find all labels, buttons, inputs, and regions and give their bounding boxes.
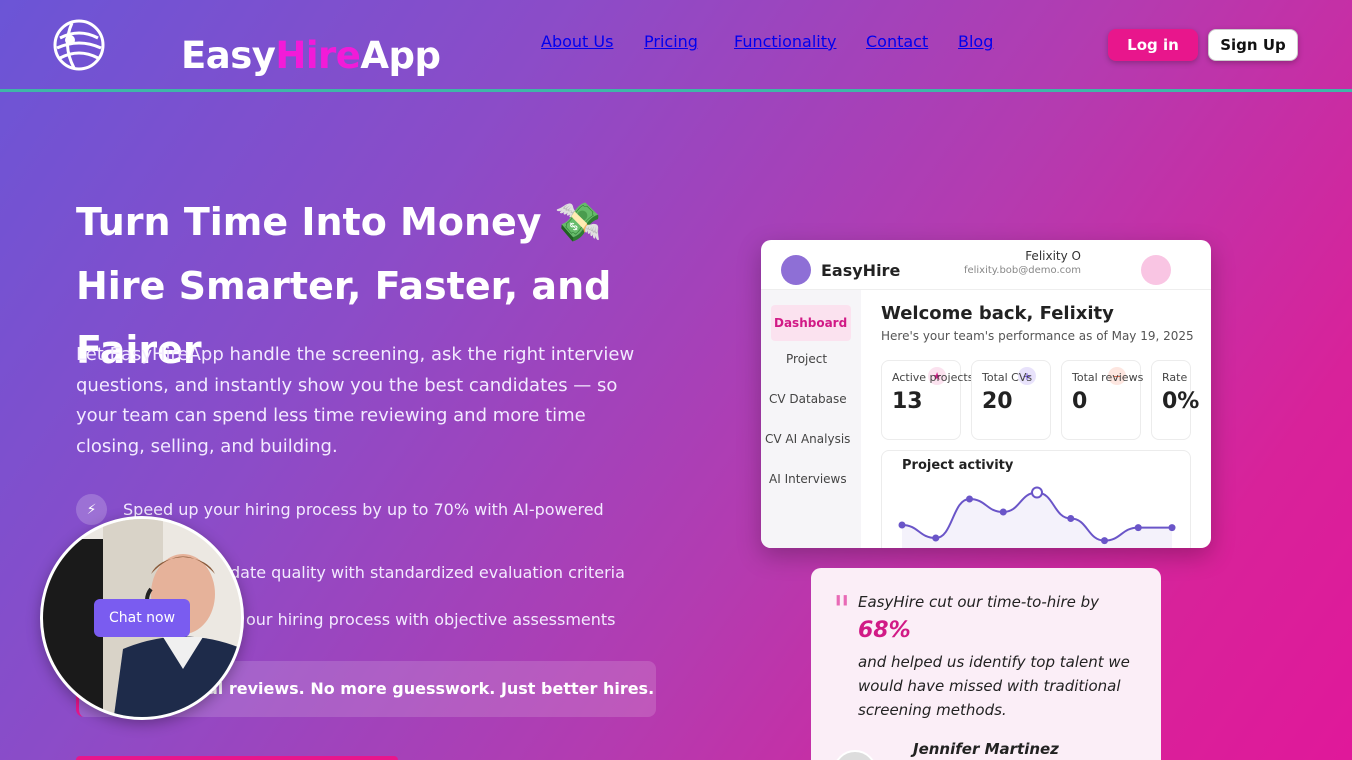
nav-blog[interactable]: Blog xyxy=(958,32,993,51)
stat-label: Total CVs xyxy=(982,371,1033,384)
signup-button[interactable]: Sign Up xyxy=(1208,29,1298,61)
stat-label: Rate xyxy=(1162,371,1188,384)
chart-point[interactable] xyxy=(1101,537,1108,545)
dashboard-subtitle: Here's your team's performance as of May… xyxy=(881,329,1194,343)
brand-prefix: Easy xyxy=(181,34,276,77)
dashboard-sidebar: Dashboard Project CV Database CV AI Anal… xyxy=(761,290,861,548)
feature-text: date quality with standardized evaluatio… xyxy=(230,563,625,582)
stat-card: + Total CVs 20 xyxy=(971,360,1051,440)
chart-point[interactable] xyxy=(966,495,973,503)
dashboard-welcome: Welcome back, Felixity xyxy=(881,303,1114,324)
nav-about-us[interactable]: About Us xyxy=(541,32,613,51)
chart-area xyxy=(902,492,1172,548)
site-header: EasyHireApp About Us Pricing Functionali… xyxy=(0,0,1352,92)
chart-point[interactable] xyxy=(1168,524,1176,532)
chart-point[interactable] xyxy=(1134,524,1142,532)
dashboard-topbar: EasyHire Felixity O felixity.bob@demo.co… xyxy=(761,240,1211,290)
stat-value: 0% xyxy=(1162,389,1200,414)
brand-logo-text[interactable]: EasyHireApp xyxy=(181,34,441,77)
dashboard-user-name: Felixity O xyxy=(1025,249,1081,263)
hero-description: Let EasyHireApp handle the screening, as… xyxy=(76,344,635,457)
stat-card: Rate 0% xyxy=(1151,360,1199,440)
nav-functionality[interactable]: Functionality xyxy=(734,32,837,51)
chart-point[interactable] xyxy=(1031,486,1043,499)
testimonial-author: Jennifer Martinez xyxy=(913,740,1059,758)
avatar[interactable] xyxy=(1141,255,1171,285)
feature-item: our hiring process with objective assess… xyxy=(246,610,616,629)
testimonial-text: EasyHire cut our time-to-hire by xyxy=(858,593,1100,611)
dashboard-user-email: felixity.bob@demo.com xyxy=(963,265,1081,276)
chart-point[interactable] xyxy=(999,508,1007,516)
cta-button[interactable] xyxy=(76,756,398,760)
quote-mark-icon: " xyxy=(833,588,851,632)
avatar xyxy=(833,750,877,760)
activity-line-chart xyxy=(898,486,1176,548)
chart-point[interactable] xyxy=(1067,515,1075,522)
easyhire-logo-icon xyxy=(781,255,811,285)
chat-now-button[interactable]: Chat now xyxy=(94,599,190,637)
brand-suffix: App xyxy=(360,34,441,77)
stat-value: 20 xyxy=(982,389,1013,414)
sidebar-item-cv-ai-analysis[interactable]: CV AI Analysis xyxy=(765,432,850,446)
nav-pricing[interactable]: Pricing xyxy=(644,32,698,51)
brand-highlight: Hire xyxy=(275,34,361,77)
feature-text: our hiring process with objective assess… xyxy=(246,610,616,629)
dashboard-brand: EasyHire xyxy=(821,261,901,280)
login-button[interactable]: Log in xyxy=(1108,29,1198,61)
project-activity-chart: Project activity xyxy=(881,450,1191,548)
stat-card: ★ Active projects 13 xyxy=(881,360,973,440)
lightning-icon: ⚡ xyxy=(76,494,107,525)
globe-logo-icon[interactable] xyxy=(52,18,106,72)
stat-value: 0 xyxy=(1072,389,1088,414)
chart-point[interactable] xyxy=(898,521,906,529)
feature-item: date quality with standardized evaluatio… xyxy=(230,563,625,582)
sidebar-item-cv-database[interactable]: CV Database xyxy=(769,392,847,406)
sidebar-item-dashboard[interactable]: Dashboard xyxy=(771,305,851,341)
stat-value: 13 xyxy=(892,389,923,414)
stat-card: − Total reviews 0 xyxy=(1061,360,1144,440)
dashboard-preview: EasyHire Felixity O felixity.bob@demo.co… xyxy=(761,240,1211,548)
feature-text: Speed up your hiring process by up to 70… xyxy=(123,500,604,519)
sidebar-item-project[interactable]: Project xyxy=(786,352,827,366)
nav-contact[interactable]: Contact xyxy=(866,32,928,51)
sidebar-item-ai-interviews[interactable]: AI Interviews xyxy=(769,472,847,486)
testimonial-text: and helped us identify top talent we wou… xyxy=(858,653,1130,719)
testimonial-stat: 68% xyxy=(858,618,911,643)
stat-label: Total reviews xyxy=(1072,371,1144,384)
testimonial-card: " EasyHire cut our time-to-hire by 68% a… xyxy=(811,568,1161,760)
chart-point[interactable] xyxy=(932,534,940,542)
stat-label: Active projects xyxy=(892,371,974,384)
